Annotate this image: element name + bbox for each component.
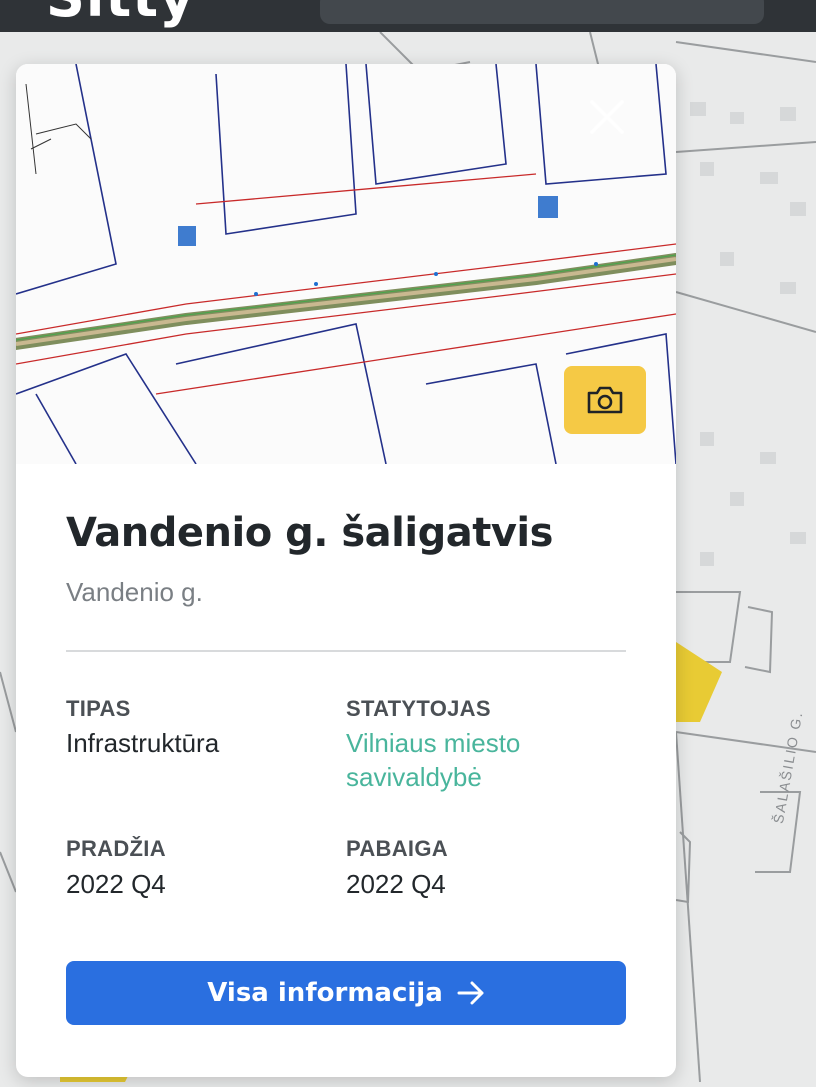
project-photo[interactable] [16, 64, 676, 464]
gallery-button[interactable] [564, 366, 646, 434]
type-value: Infrastruktūra [66, 728, 220, 758]
arrow-right-icon [457, 981, 484, 1005]
start-value: 2022 Q4 [66, 869, 166, 899]
full-info-button[interactable]: Visa informacija [66, 961, 626, 1025]
start-label: PRADŽIA [66, 836, 166, 861]
builder-label: STATYTOJAS [346, 696, 491, 721]
project-address: Vandenio g. [66, 577, 203, 607]
top-bar: Sitty [0, 0, 816, 32]
divider [66, 650, 626, 652]
end-label: PABAIGA [346, 836, 448, 861]
type-label: TIPAS [66, 696, 131, 721]
builder-link[interactable]: Vilniaus miesto savivaldybė [346, 726, 606, 794]
close-icon [590, 100, 624, 134]
end-value: 2022 Q4 [346, 869, 446, 899]
camera-icon [587, 386, 623, 414]
project-title: Vandenio g. šaligatvis [66, 510, 553, 556]
search-bar[interactable] [320, 0, 764, 24]
app-logo[interactable]: Sitty [46, 0, 195, 29]
full-info-button-label: Visa informacija [207, 978, 443, 1008]
close-button[interactable] [584, 94, 630, 140]
project-card: Vandenio g. šaligatvis Vandenio g. TIPAS… [16, 64, 676, 1077]
